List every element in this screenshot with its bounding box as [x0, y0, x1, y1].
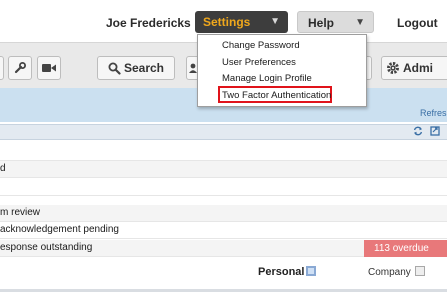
video-button[interactable] [37, 56, 61, 80]
wrench-icon [14, 62, 26, 74]
row-text: esponse outstanding [0, 242, 93, 253]
menu-item-manage-login-profile[interactable]: Manage Login Profile [222, 73, 312, 84]
toolbar-button-partial[interactable] [0, 56, 4, 80]
chevron-down-icon: ▼ [270, 16, 280, 27]
wrench-button[interactable] [8, 56, 32, 80]
list-item[interactable] [0, 144, 447, 161]
row-text: d [0, 163, 6, 174]
panel-subheader [0, 124, 447, 140]
menu-item-change-password[interactable]: Change Password [222, 40, 300, 51]
help-label: Help [308, 16, 335, 30]
list-item[interactable]: d [0, 161, 447, 178]
list-item[interactable] [0, 179, 447, 196]
video-camera-icon [42, 64, 56, 72]
company-checkbox[interactable] [415, 266, 425, 276]
refresh-link[interactable]: Refres [420, 108, 447, 118]
logout-link[interactable]: Logout [397, 16, 438, 30]
chevron-down-icon: ▼ [355, 17, 365, 28]
user-name: Joe Fredericks [106, 16, 191, 30]
admin-button[interactable]: Admi [381, 56, 447, 80]
refresh-icon[interactable] [413, 126, 423, 136]
list-item[interactable]: m review [0, 205, 447, 222]
help-menu-button[interactable]: Help ▼ [297, 11, 374, 33]
admin-label: Admi [403, 61, 433, 75]
overdue-badge[interactable]: 113 overdue [364, 240, 447, 257]
search-label: Search [123, 61, 165, 75]
row-text: acknowledgement pending [0, 224, 119, 235]
settings-dropdown-menu: Change Password User Preferences Manage … [197, 34, 367, 107]
expand-icon[interactable] [430, 126, 440, 136]
row-text: m review [0, 207, 41, 218]
search-icon [108, 62, 121, 75]
list-item[interactable]: acknowledgement pending [0, 222, 447, 239]
settings-label: Settings [203, 15, 251, 29]
search-button[interactable]: Search [97, 56, 175, 80]
user-icon [189, 63, 197, 73]
personal-checkbox[interactable] [306, 266, 316, 276]
menu-item-two-factor-authentication[interactable]: Two Factor Authentication [222, 90, 331, 101]
company-label: Company [368, 267, 411, 278]
gear-icon [387, 62, 399, 74]
menu-item-user-preferences[interactable]: User Preferences [222, 57, 296, 68]
settings-menu-button[interactable]: Settings ▼ [195, 11, 288, 33]
personal-label: Personal [258, 266, 305, 278]
